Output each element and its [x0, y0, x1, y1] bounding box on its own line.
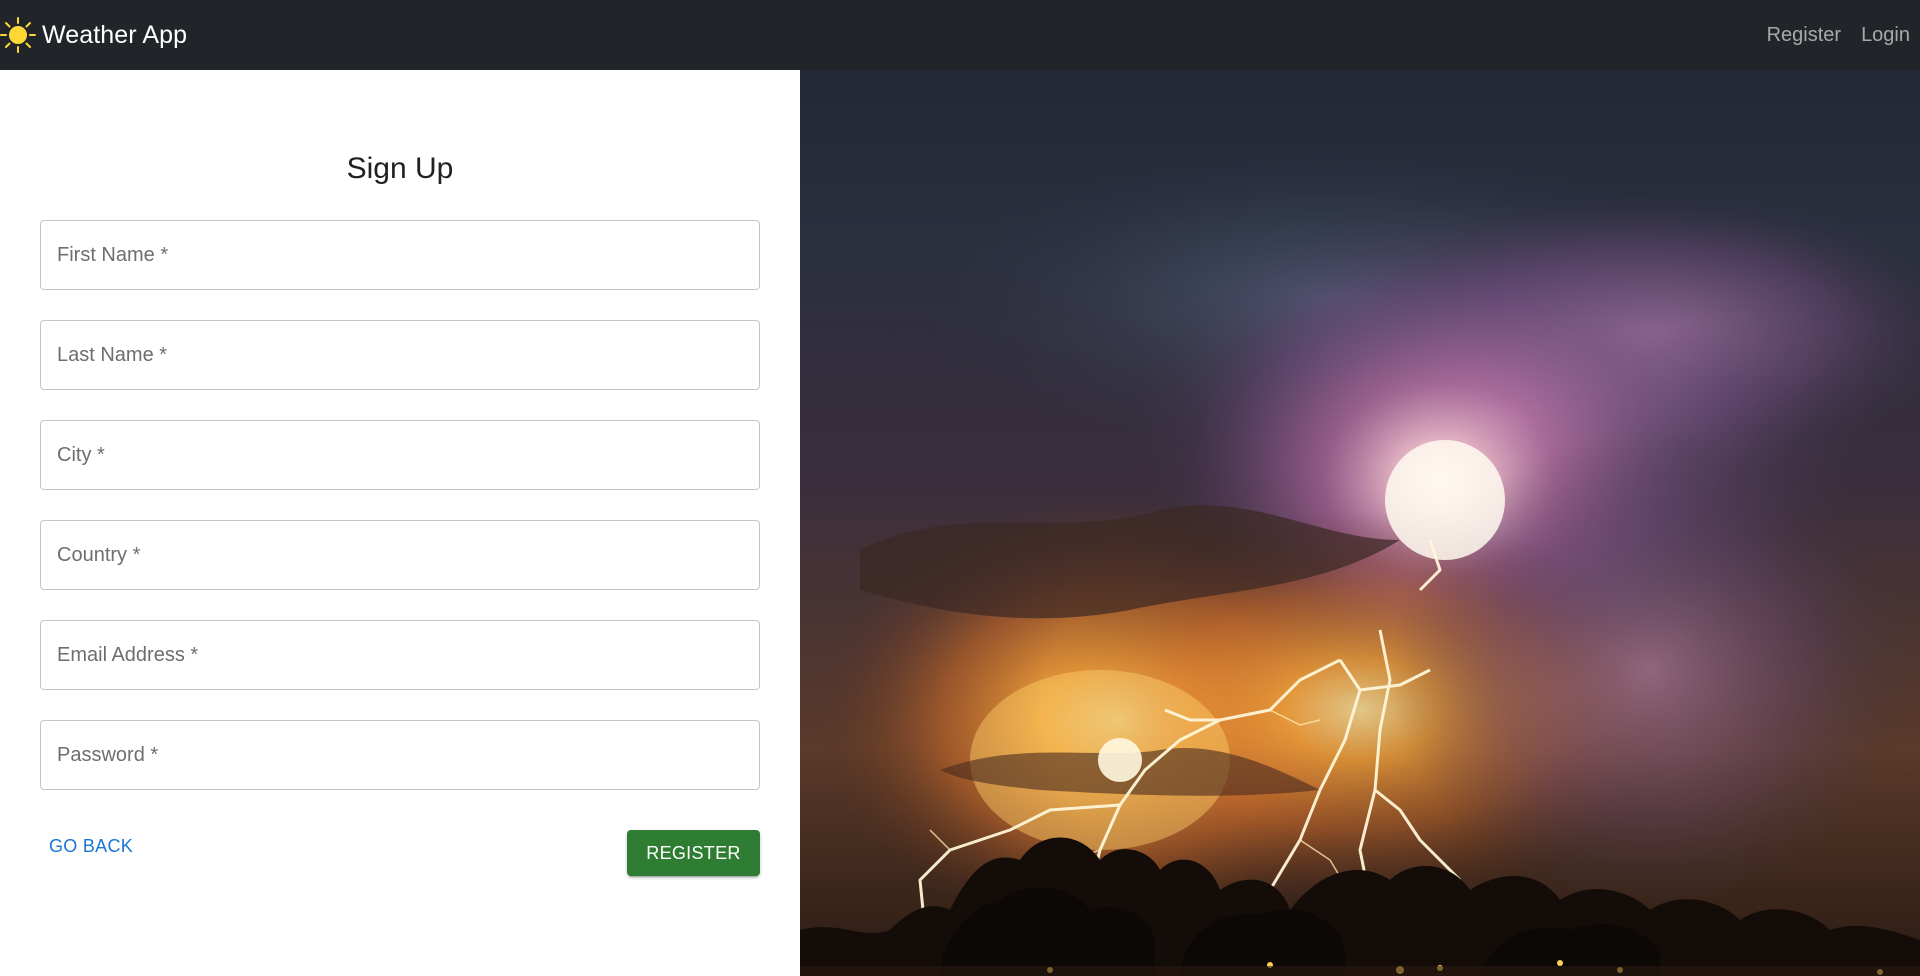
hero-image	[800, 70, 1920, 976]
page-title: Sign Up	[346, 152, 454, 185]
city-input[interactable]	[41, 421, 759, 489]
country-input[interactable]	[41, 521, 759, 589]
password-field[interactable]: Password *	[40, 720, 760, 790]
country-field[interactable]: Country *	[40, 520, 760, 590]
top-navbar: Weather App Register Login	[0, 0, 1920, 70]
email-input[interactable]	[41, 621, 759, 689]
nav-links: Register Login	[1747, 0, 1910, 70]
nav-login-link[interactable]: Login	[1861, 24, 1910, 47]
password-input[interactable]	[41, 721, 759, 789]
nav-register-link[interactable]: Register	[1767, 24, 1841, 47]
sun-icon	[0, 0, 38, 70]
go-back-button[interactable]: GO BACK	[40, 826, 142, 866]
first-name-field[interactable]: First Name *	[40, 220, 760, 290]
brand[interactable]: Weather App	[0, 0, 187, 70]
city-field[interactable]: City *	[40, 420, 760, 490]
brand-title: Weather App	[42, 20, 188, 49]
first-name-input[interactable]	[41, 221, 759, 289]
lightning-storm-image	[800, 70, 1920, 976]
last-name-field[interactable]: Last Name *	[40, 320, 760, 390]
signup-panel: Sign Up First Name * Last Name * City * …	[0, 70, 800, 976]
email-field[interactable]: Email Address *	[40, 620, 760, 690]
last-name-input[interactable]	[41, 321, 759, 389]
register-button[interactable]: REGISTER	[627, 830, 760, 876]
